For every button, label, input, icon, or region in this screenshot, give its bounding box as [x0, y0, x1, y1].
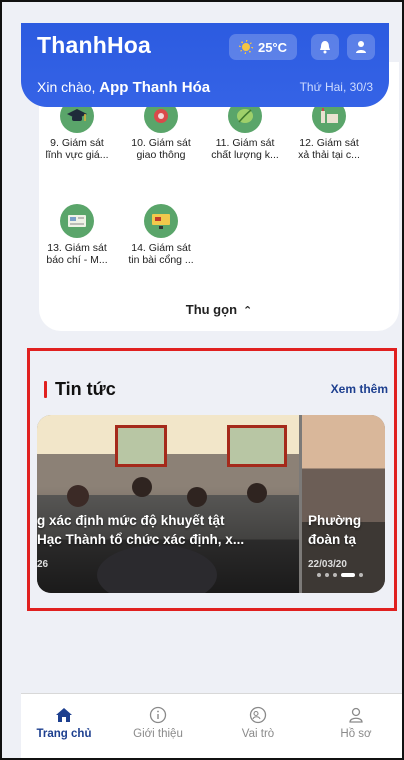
nav-home[interactable]: Trang chủ: [25, 704, 103, 740]
greeting: Xin chào, App Thanh Hóa: [37, 79, 211, 96]
service-item-13[interactable]: 13. Giám sát báo chí - M...: [39, 204, 115, 266]
carousel-indicator: [317, 573, 363, 577]
newspaper-icon: [60, 204, 94, 238]
user-icon: [356, 41, 366, 53]
nav-label: Vai trò: [241, 728, 275, 740]
service-label: 13. Giám sát báo chí - M...: [46, 242, 108, 266]
nav-label: Trang chủ: [36, 728, 92, 740]
service-item-14[interactable]: 14. Giám sát tin bài cổng ...: [123, 204, 199, 266]
service-item-11[interactable]: 11. Giám sát chất lượng k...: [207, 99, 283, 161]
carousel-dot[interactable]: [333, 573, 337, 577]
news-date: 26: [37, 559, 49, 570]
monitor-icon: [144, 204, 178, 238]
news-date: 22/03/20: [308, 559, 347, 570]
news-slide[interactable]: g xác định mức độ khuyết tật Hạc Thành tổ…: [37, 415, 299, 593]
service-label: 10. Giám sát giao thông: [131, 137, 191, 161]
current-date: Thứ Hai, 30/3: [299, 80, 373, 94]
news-title: Tin tức: [44, 379, 116, 400]
sun-icon: [239, 40, 253, 54]
carousel-dot[interactable]: [317, 573, 321, 577]
role-icon: [249, 706, 267, 724]
bell-icon: [320, 41, 330, 54]
nav-label: Giới thiệu: [133, 728, 183, 740]
service-label: 9. Giám sát lĩnh vực giá...: [45, 137, 109, 161]
service-label: 11. Giám sát chất lượng k...: [211, 137, 279, 161]
news-section: Tin tức Xem thêm g xác định mức độ khuyế…: [27, 348, 397, 611]
service-item-9[interactable]: 9. Giám sát lĩnh vực giá...: [39, 99, 115, 161]
carousel-dot-active[interactable]: [341, 573, 355, 577]
collapse-label: Thu gọn: [185, 302, 238, 317]
news-headline: Phường đoàn tạ: [308, 513, 362, 547]
news-carousel[interactable]: g xác định mức độ khuyết tật Hạc Thành tổ…: [37, 415, 385, 593]
news-headline: g xác định mức độ khuyết tật Hạc Thành tổ…: [37, 513, 245, 547]
nav-about[interactable]: Giới thiệu: [119, 704, 197, 740]
chevron-up-icon: ⌃: [243, 305, 253, 317]
app-screen: 9. Giám sát lĩnh vực giá... 10. Giám sát g…: [0, 0, 404, 760]
nav-label: Hồ sơ: [340, 728, 372, 740]
news-slide[interactable]: Phường đoàn tạ 22/03/20: [302, 415, 385, 593]
photo-window: [227, 425, 287, 467]
notification-button[interactable]: [311, 34, 339, 60]
service-label: 14. Giám sát tin bài cổng ...: [128, 242, 194, 266]
weather-badge[interactable]: 25°C: [229, 34, 297, 60]
account-button[interactable]: [347, 34, 375, 60]
carousel-dot[interactable]: [325, 573, 329, 577]
carousel-dot[interactable]: [359, 573, 363, 577]
see-more-link[interactable]: Xem thêm: [331, 382, 388, 396]
bottom-navigation: Trang chủ Giới thiệu Vai trò Hồ sơ: [21, 693, 402, 758]
home-icon: [56, 708, 72, 722]
app-header: ThanhHoa 25°C Xin chào, App Thanh Hóa Th…: [21, 23, 389, 107]
service-item-10[interactable]: 10. Giám sát giao thông: [123, 99, 199, 161]
profile-icon: [349, 707, 363, 723]
service-label: 12. Giám sát xả thải tại c...: [298, 137, 360, 161]
temperature: 25°C: [257, 39, 288, 55]
collapse-button[interactable]: Thu gọn ⌃: [39, 302, 399, 317]
nav-role[interactable]: Vai trò: [219, 704, 297, 740]
service-item-12[interactable]: 12. Giám sát xả thải tại c...: [291, 99, 367, 161]
nav-profile[interactable]: Hồ sơ: [317, 704, 395, 740]
photo-window: [115, 425, 167, 467]
info-icon: [149, 706, 167, 724]
app-brand: ThanhHoa: [37, 32, 152, 58]
